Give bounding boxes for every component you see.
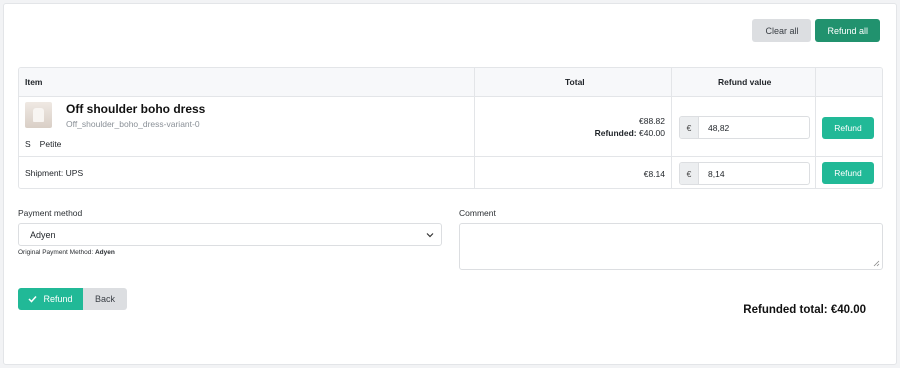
original-payment-method: Original Payment Method: Adyen <box>18 249 115 256</box>
refund-button-label: Refund <box>43 294 73 304</box>
table-row: Shipment: UPS €8.14 € 8,14 Refund <box>19 157 882 188</box>
product-refund-value[interactable]: 48,82 <box>699 117 729 138</box>
shipment-label: Shipment: UPS <box>25 168 84 178</box>
clear-all-button[interactable]: Clear all <box>752 19 812 42</box>
original-payment-label: Original Payment Method: <box>18 249 94 256</box>
comment-textarea[interactable] <box>459 223 883 270</box>
bottom-actions: Refund Back <box>18 288 127 310</box>
check-icon <box>28 295 38 303</box>
header-total: Total <box>565 77 585 87</box>
currency-symbol: € <box>680 163 699 184</box>
shipment-refund-input[interactable]: € 8,14 <box>679 162 810 185</box>
shipment-refund-button[interactable]: Refund <box>822 162 874 184</box>
refund-panel: Clear all Refund all Item Total Refund v… <box>3 3 897 365</box>
header-refund-value: Refund value <box>718 77 772 87</box>
currency-symbol: € <box>680 117 699 138</box>
refunded-total: Refunded total: €40.00 <box>743 304 866 316</box>
product-total-cell: €88.82 Refunded: €40.00 <box>595 115 665 139</box>
table-header: Item Total Refund value <box>19 68 882 97</box>
resize-handle-icon[interactable] <box>873 260 880 267</box>
payment-method-select[interactable]: Adyen <box>18 223 442 246</box>
product-name: Off shoulder boho dress <box>66 102 206 116</box>
product-total: €88.82 <box>639 116 665 126</box>
top-actions: Clear all Refund all <box>752 19 880 42</box>
refund-all-button[interactable]: Refund all <box>815 19 880 42</box>
back-button[interactable]: Back <box>83 288 127 310</box>
table-row: Off shoulder boho dress Off_shoulder_boh… <box>19 97 882 157</box>
refund-button[interactable]: Refund <box>18 288 83 310</box>
product-thumbnail <box>25 102 52 128</box>
chevron-down-icon <box>426 233 434 238</box>
product-refund-button[interactable]: Refund <box>822 117 874 139</box>
payment-method-value: Adyen <box>30 229 56 240</box>
original-payment-value: Adyen <box>94 249 115 256</box>
refund-table: Item Total Refund value Off shoulder boh… <box>18 67 883 189</box>
product-refunded: Refunded: €40.00 <box>595 127 665 139</box>
refunded-value: €40.00 <box>639 128 665 138</box>
shipment-total: €8.14 <box>643 169 665 179</box>
shipment-refund-value[interactable]: 8,14 <box>699 163 725 184</box>
comment-label: Comment <box>459 208 496 218</box>
header-item: Item <box>25 77 43 87</box>
product-refund-input[interactable]: € 48,82 <box>679 116 810 139</box>
product-variant: Off_shoulder_boho_dress-variant-0 <box>66 119 200 129</box>
payment-method-label: Payment method <box>18 208 83 218</box>
product-size: S <box>25 139 31 149</box>
product-attributes: S Petite <box>25 139 61 149</box>
refunded-label: Refunded: <box>594 128 637 138</box>
product-fit: Petite <box>39 139 62 149</box>
